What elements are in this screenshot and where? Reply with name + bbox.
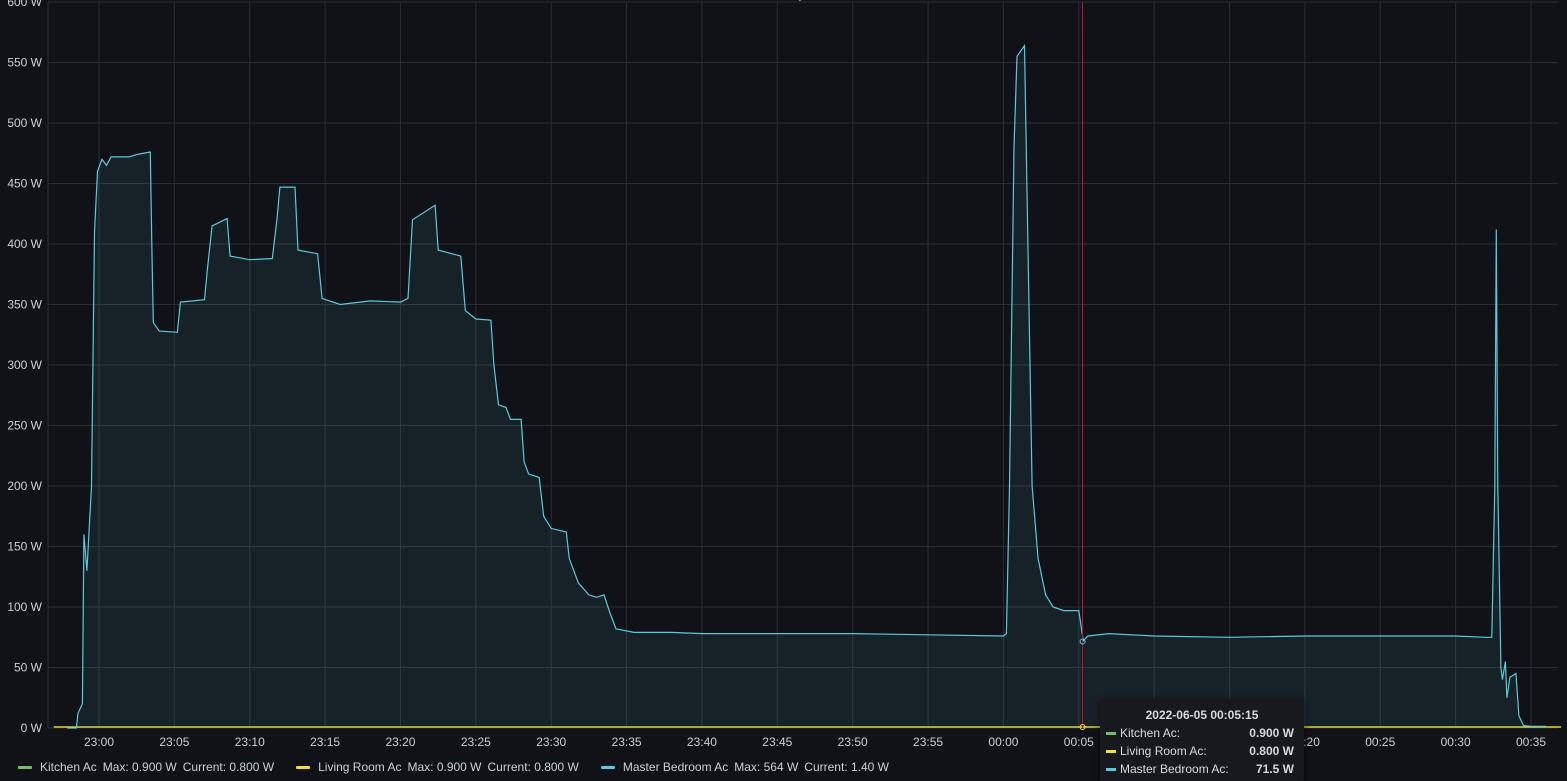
y-tick-label: 100 W — [7, 600, 42, 614]
legend-item-master-bedroom-ac[interactable]: Master Bedroom Ac Max: 564 W Current: 1.… — [600, 760, 895, 774]
y-tick-label: 150 W — [7, 540, 42, 554]
x-tick-label: 23:45 — [762, 735, 792, 749]
tooltip-label: Kitchen Ac: — [1120, 726, 1181, 740]
y-tick-label: 500 W — [7, 116, 42, 130]
legend-item-living-room-ac[interactable]: Living Room Ac Max: 0.900 W Current: 0.8… — [296, 760, 585, 774]
x-tick-label: 23:15 — [310, 735, 340, 749]
legend-name: Kitchen Ac — [40, 760, 97, 774]
tooltip-swatch — [1106, 767, 1116, 771]
tooltip-swatch — [1106, 749, 1116, 753]
tooltip-row-kitchen-ac: Kitchen Ac: 0.900 W — [1100, 724, 1304, 742]
y-tick-label: 0 W — [21, 721, 43, 735]
y-tick-label: 600 W — [7, 0, 42, 9]
legend-current: Current: 0.800 W — [182, 760, 275, 774]
x-tick-label: 23:35 — [612, 735, 642, 749]
y-tick-label: 50 W — [14, 661, 43, 675]
legend-max: Max: 0.900 W — [407, 760, 482, 774]
x-tick-label: 23:50 — [838, 735, 868, 749]
legend-swatch-kitchen-ac — [18, 765, 32, 769]
x-tick-label: 23:25 — [461, 735, 491, 749]
y-tick-label: 550 W — [7, 56, 42, 70]
tooltip-swatch — [1106, 731, 1116, 735]
x-tick-label: 00:30 — [1441, 735, 1471, 749]
y-axis-ticks: 0 W 50 W 100 W 150 W 200 W 250 W 300 W 350 W 400… — [7, 0, 42, 735]
tooltip-label: Living Room Ac: — [1120, 744, 1207, 758]
legend-item-kitchen-ac[interactable]: Kitchen Ac Max: 0.900 W Current: 0.800 W — [18, 760, 280, 774]
y-tick-label: 450 W — [7, 177, 42, 191]
x-tick-label: 00:35 — [1516, 735, 1546, 749]
x-tick-label: 23:30 — [536, 735, 566, 749]
chevron-down-icon[interactable]: ⌄ — [795, 0, 805, 4]
legend-max: Max: 564 W — [734, 760, 799, 774]
x-axis-ticks: 23:00 23:05 23:10 23:15 23:20 23:25 23:30 23:35… — [84, 735, 1546, 749]
series-area-master-bedroom-ac — [67, 45, 1547, 729]
y-tick-label: 400 W — [7, 237, 42, 251]
legend-current: Current: 0.800 W — [487, 760, 579, 774]
y-tick-label: 350 W — [7, 298, 42, 312]
tooltip-value: 0.900 W — [1249, 726, 1294, 740]
tooltip-time: 2022-06-05 00:05:15 — [1145, 708, 1259, 722]
x-tick-label: 23:05 — [159, 735, 189, 749]
legend-max: Max: 0.900 W — [102, 760, 177, 774]
y-tick-label: 200 W — [7, 479, 42, 493]
y-tick-label: 250 W — [7, 419, 42, 433]
tooltip-value: 71.5 W — [1255, 762, 1294, 776]
tooltip-value: 0.800 W — [1249, 744, 1294, 758]
x-tick-label: 23:20 — [385, 735, 415, 749]
tooltip-row-master-bedroom-ac: Master Bedroom Ac: 71.5 W — [1100, 760, 1304, 778]
legend-swatch-master-bedroom-ac — [600, 765, 615, 769]
x-tick-label: 23:40 — [687, 735, 717, 749]
legend: Kitchen Ac Max: 0.900 W Current: 0.800 W… — [18, 758, 911, 776]
legend-swatch-living-room-ac — [296, 765, 311, 769]
hover-tooltip: 2022-06-05 00:05:15 Kitchen Ac: 0.900 W … — [1100, 699, 1304, 781]
x-tick-label: 23:10 — [235, 735, 265, 749]
series-layer — [53, 43, 1562, 729]
tooltip-row-living-room-ac: Living Room Ac: 0.800 W — [1100, 742, 1304, 760]
power-chart[interactable]: 0 W 50 W 100 W 150 W 200 W 250 W 300 W 350 W 400… — [0, 0, 1567, 781]
x-tick-label: 00:05 — [1064, 735, 1094, 749]
x-tick-label: 23:55 — [913, 735, 943, 749]
legend-name: Living Room Ac — [318, 760, 402, 774]
y-tick-label: 300 W — [7, 358, 42, 372]
x-tick-label: 00:25 — [1365, 735, 1395, 749]
tooltip-label: Master Bedroom Ac: — [1120, 762, 1229, 776]
legend-name: Master Bedroom Ac — [622, 760, 729, 774]
x-tick-label: 00:00 — [988, 735, 1018, 749]
x-tick-label: 23:00 — [84, 735, 114, 749]
legend-current: Current: 1.40 W — [804, 760, 889, 774]
